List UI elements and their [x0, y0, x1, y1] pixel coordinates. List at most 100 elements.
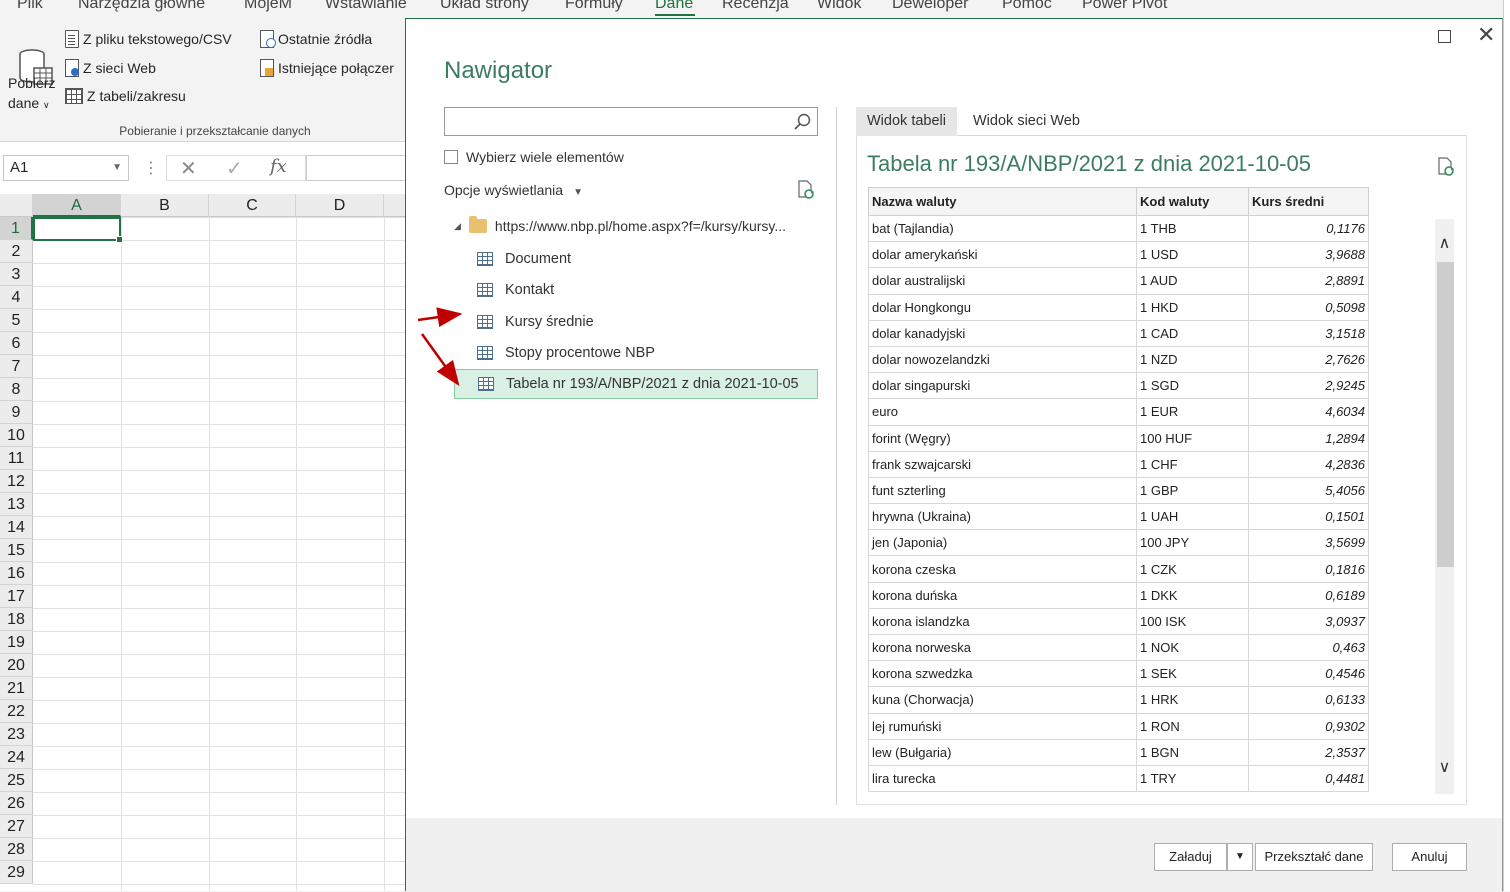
ribbon-tab-help[interactable]: Pomoc — [1002, 0, 1052, 13]
table-row: dolar kanadyjski 1 CAD 3,1518 — [868, 319, 1369, 347]
scroll-up-icon[interactable]: ∧ — [1435, 233, 1454, 253]
display-options-dropdown[interactable]: Opcje wyświetlania ▼ — [444, 182, 583, 198]
search-icon[interactable] — [794, 113, 811, 130]
refresh-icon[interactable] — [796, 180, 816, 200]
from-table-button[interactable]: Z tabeli/zakresu — [65, 88, 186, 104]
existing-connections-button[interactable]: Istniejące połączer — [260, 59, 394, 77]
row-header[interactable]: 23 — [0, 723, 33, 746]
load-dropdown-button[interactable]: ▼ — [1227, 843, 1253, 871]
currency-code-cell: 1 UAH — [1136, 503, 1249, 531]
average-rate-cell: 0,4481 — [1248, 764, 1369, 793]
average-rate-cell: 2,7626 — [1248, 345, 1369, 374]
row-header[interactable]: 22 — [0, 700, 33, 723]
ribbon-tab-formulas[interactable]: Formuły — [565, 0, 623, 13]
row-header[interactable]: 12 — [0, 470, 33, 493]
row-header[interactable]: 9 — [0, 401, 33, 424]
row-header[interactable]: 13 — [0, 493, 33, 516]
select-multiple-checkbox[interactable] — [444, 150, 458, 164]
tab-web-view[interactable]: Widok sieci Web — [962, 107, 1091, 136]
name-box[interactable]: A1 ▼ — [3, 155, 129, 181]
formula-input[interactable] — [306, 155, 406, 181]
scrollbar-thumb[interactable] — [1437, 262, 1454, 567]
from-web-label: Z sieci Web — [83, 60, 156, 76]
maximize-icon[interactable] — [1438, 30, 1451, 43]
row-header[interactable]: 6 — [0, 332, 33, 355]
select-all-corner[interactable] — [0, 194, 33, 217]
row-header[interactable]: 5 — [0, 309, 33, 332]
cancel-button[interactable]: Anuluj — [1392, 843, 1467, 871]
tree-item-kontakt[interactable]: Kontakt — [454, 276, 818, 304]
table-row: kuna (Chorwacja) 1 HRK 0,6133 — [868, 686, 1369, 714]
cancel-icon[interactable]: ✕ — [180, 156, 197, 181]
tree-root-source[interactable]: ◢ https://www.nbp.pl/home.aspx?f=/kursy/… — [454, 216, 786, 234]
from-text-csv-button[interactable]: Z pliku tekstowego/CSV — [65, 30, 232, 48]
transform-data-button[interactable]: Przekształć dane — [1255, 843, 1373, 871]
ribbon-tab-view[interactable]: Widok — [817, 0, 861, 13]
ribbon-tab-data[interactable]: Dane — [655, 0, 693, 13]
row-header[interactable]: 24 — [0, 746, 33, 769]
ribbon-tab-mojem[interactable]: MojeM — [244, 0, 292, 13]
column-header-a[interactable]: A — [33, 194, 121, 217]
row-header[interactable]: 7 — [0, 355, 33, 378]
column-header-b[interactable]: B — [121, 194, 209, 217]
active-cell-a1[interactable] — [33, 217, 123, 243]
table-icon — [477, 346, 493, 360]
refresh-preview-icon[interactable] — [1436, 157, 1456, 177]
tree-item-stopy-procentowe[interactable]: Stopy procentowe NBP — [454, 339, 818, 367]
recent-sources-button[interactable]: Ostatnie źródła — [260, 30, 372, 48]
expand-caret-icon[interactable]: ◢ — [454, 221, 461, 232]
ribbon-tab-power-pivot[interactable]: Power Pivot — [1082, 0, 1167, 13]
pane-divider[interactable] — [836, 107, 837, 805]
row-header[interactable]: 4 — [0, 286, 33, 309]
row-header[interactable]: 10 — [0, 424, 33, 447]
row-header[interactable]: 8 — [0, 378, 33, 401]
confirm-icon[interactable]: ✓ — [226, 156, 243, 181]
tree-item-tabela-193[interactable]: Tabela nr 193/A/NBP/2021 z dnia 2021-10-… — [454, 369, 818, 399]
navigator-dialog: ✕ Nawigator Wybierz wiele elementów Opcj… — [405, 18, 1503, 892]
ribbon-tab-file[interactable]: Plik — [17, 0, 43, 13]
tree-item-kursy-srednie[interactable]: Kursy średnie — [454, 308, 818, 336]
load-button[interactable]: Załaduj — [1154, 843, 1227, 871]
from-web-button[interactable]: Z sieci Web — [65, 59, 156, 77]
cell-grid[interactable] — [33, 217, 405, 891]
ribbon-tab-developer[interactable]: Deweloper — [892, 0, 968, 13]
row-header[interactable]: 15 — [0, 539, 33, 562]
select-multiple-row[interactable]: Wybierz wiele elementów — [444, 149, 624, 165]
column-header-d[interactable]: D — [296, 194, 384, 217]
column-header-c[interactable]: C — [209, 194, 296, 217]
row-header[interactable]: 16 — [0, 562, 33, 585]
column-header: Kod waluty — [1136, 187, 1249, 216]
row-header[interactable]: 29 — [0, 861, 33, 884]
tree-item-document[interactable]: Document — [454, 245, 818, 273]
table-row: euro 1 EUR 4,6034 — [868, 398, 1369, 426]
ribbon-tab-insert[interactable]: Wstawianie — [325, 0, 407, 13]
scroll-down-icon[interactable]: ∨ — [1435, 757, 1454, 777]
row-header[interactable]: 18 — [0, 608, 33, 631]
row-header[interactable]: 26 — [0, 792, 33, 815]
average-rate-cell: 3,5699 — [1248, 529, 1369, 557]
ribbon-tab-page-layout[interactable]: Układ strony — [440, 0, 529, 13]
get-data-button[interactable]: Pobierz dane ∨ — [8, 73, 55, 115]
row-header[interactable]: 11 — [0, 447, 33, 470]
row-header[interactable]: 3 — [0, 263, 33, 286]
currency-code-cell: 1 NZD — [1136, 345, 1249, 374]
row-header[interactable]: 19 — [0, 631, 33, 654]
tab-table-view[interactable]: Widok tabeli — [856, 107, 957, 136]
row-header[interactable]: 14 — [0, 516, 33, 539]
row-header[interactable]: 28 — [0, 838, 33, 861]
row-header[interactable]: 2 — [0, 240, 33, 263]
row-header[interactable]: 20 — [0, 654, 33, 677]
ribbon-tab-home[interactable]: Narzędzia główne — [78, 0, 205, 13]
insert-function-icon[interactable]: fx — [270, 156, 287, 177]
column-header: Kurs średni — [1248, 187, 1369, 216]
currency-code-cell: 100 HUF — [1136, 424, 1249, 452]
row-header[interactable]: 1 — [0, 217, 33, 240]
search-input[interactable] — [444, 107, 818, 136]
ribbon-tab-review[interactable]: Recenzja — [722, 0, 789, 13]
row-header[interactable]: 17 — [0, 585, 33, 608]
dropdown-arrow-icon[interactable]: ▼ — [112, 162, 122, 173]
row-header[interactable]: 21 — [0, 677, 33, 700]
row-header[interactable]: 27 — [0, 815, 33, 838]
row-header[interactable]: 25 — [0, 769, 33, 792]
close-icon[interactable]: ✕ — [1477, 23, 1495, 48]
